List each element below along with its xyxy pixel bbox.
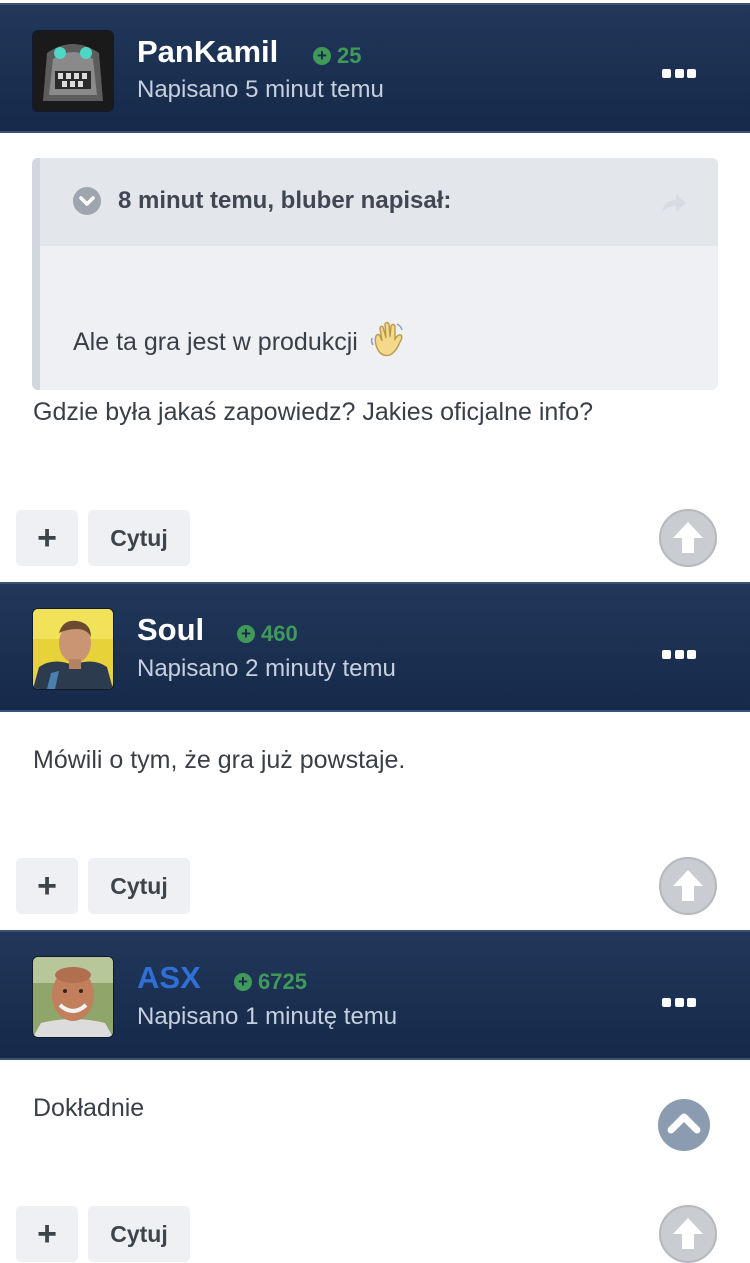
more-options-icon[interactable] [662,998,696,1008]
plus-icon: + [37,1215,57,1253]
upvote-button[interactable] [659,857,717,915]
username[interactable]: PanKamil [137,34,278,70]
plus-circle-icon: + [237,625,255,643]
quote-button[interactable]: Cytuj [88,510,190,566]
post-body: Gdzie była jakaś zapowiedz? Jakies oficj… [33,398,594,426]
post-timestamp[interactable]: Napisano 1 minutę temu [137,1003,397,1031]
post-asx: ASX + 6725 Napisano 1 minutę temu Dokład… [0,930,750,1263]
more-options-icon[interactable] [662,650,696,660]
add-reaction-button[interactable]: + [16,858,78,914]
plus-icon: + [37,519,57,557]
avatar[interactable] [32,956,114,1038]
plus-circle-icon: + [234,973,252,991]
reputation-badge: + 460 [237,621,298,647]
waving-hand-emoji-icon [370,320,406,365]
quote-bar [32,158,40,390]
share-arrow-icon[interactable] [660,192,688,219]
reputation-badge: + 6725 [234,969,307,995]
add-reaction-button[interactable]: + [16,510,78,566]
post-header: Soul + 460 Napisano 2 minuty temu [0,582,750,712]
add-reaction-button[interactable]: + [16,1206,78,1262]
quote-text: Ale ta gra jest w produkcji [73,328,358,356]
plus-icon: + [37,867,57,905]
quote-block: 8 minut temu, bluber napisał: Ale ta gra… [32,158,718,390]
username[interactable]: Soul [137,612,204,648]
username[interactable]: ASX [137,960,201,996]
reputation-badge: + 25 [313,43,361,69]
avatar[interactable] [32,30,114,112]
post-timestamp[interactable]: Napisano 5 minut temu [137,76,384,104]
upvote-button[interactable] [659,1205,717,1263]
more-options-icon[interactable] [662,69,696,79]
upvote-chevron-icon[interactable] [658,1099,710,1151]
post-body: Dokładnie [33,1094,145,1122]
quote-body: Ale ta gra jest w produkcji [73,320,406,365]
post-header: PanKamil + 25 Napisano 5 minut temu [0,3,750,133]
quote-button[interactable]: Cytuj [88,858,190,914]
post-pankamil: PanKamil + 25 Napisano 5 minut temu 8 mi… [0,0,750,582]
reputation-count: 6725 [258,969,307,994]
post-timestamp[interactable]: Napisano 2 minuty temu [137,655,396,683]
post-header: ASX + 6725 Napisano 1 minutę temu [0,930,750,1060]
post-body: Mówili o tym, że gra już powstaje. [33,746,406,774]
post-soul: Soul + 460 Napisano 2 minuty temu Mówili… [0,582,750,930]
plus-circle-icon: + [313,47,331,65]
reputation-count: 460 [261,621,298,646]
chevron-down-icon[interactable] [73,187,101,215]
avatar[interactable] [32,608,114,690]
quote-header: 8 minut temu, bluber napisał: [40,158,718,246]
quote-author: 8 minut temu, bluber napisał: [118,187,452,214]
quote-button[interactable]: Cytuj [88,1206,190,1262]
upvote-button[interactable] [659,509,717,567]
reputation-count: 25 [337,43,362,68]
